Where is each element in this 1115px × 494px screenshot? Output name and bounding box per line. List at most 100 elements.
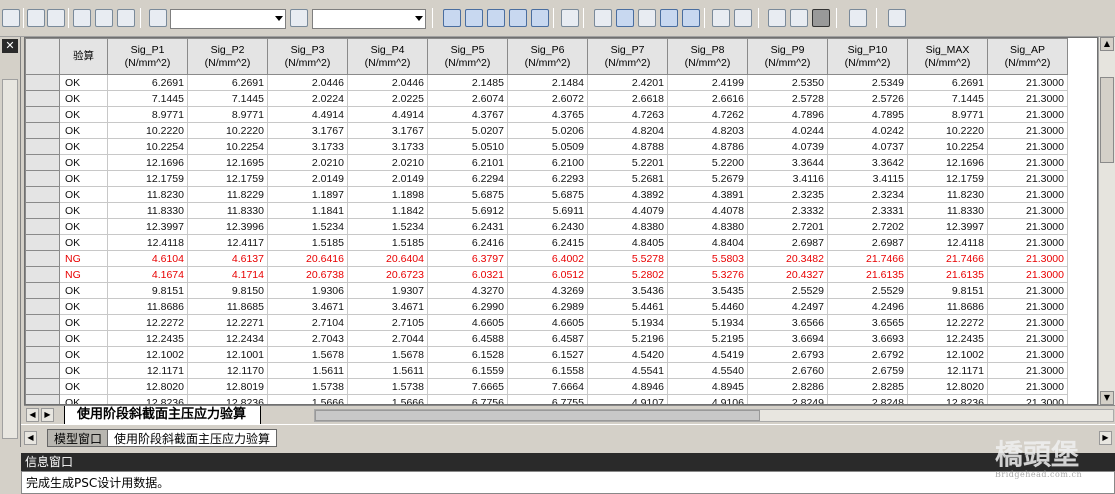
- value-cell[interactable]: 20.6738: [267, 266, 348, 283]
- table-row[interactable]: NG 4.6104 4.6137 20.6416 20.6404 6.3797 6.4002…: [25, 250, 1068, 267]
- column-header[interactable]: Sig_P6 (N/mm^2): [507, 38, 588, 75]
- value-cell[interactable]: 12.8020: [907, 378, 988, 395]
- value-cell[interactable]: 12.1696: [107, 154, 188, 171]
- value-cell[interactable]: 4.6605: [427, 314, 508, 331]
- column-header[interactable]: Sig_MAX (N/mm^2): [907, 38, 988, 75]
- value-cell[interactable]: 2.8248: [827, 394, 908, 404]
- value-cell[interactable]: 21.3000: [987, 234, 1068, 251]
- value-cell[interactable]: 7.6664: [507, 378, 588, 395]
- value-cell[interactable]: 1.5185: [267, 234, 348, 251]
- value-cell[interactable]: 6.4002: [507, 250, 588, 267]
- value-cell[interactable]: 2.7201: [747, 218, 828, 235]
- row-header[interactable]: [25, 186, 60, 203]
- value-cell[interactable]: 21.7466: [907, 250, 988, 267]
- value-cell[interactable]: 12.4117: [187, 234, 268, 251]
- value-cell[interactable]: 2.5529: [827, 282, 908, 299]
- value-cell[interactable]: 4.9107: [587, 394, 668, 404]
- table-row[interactable]: OK 12.8236 12.8236 1.5666 1.5666 6.7756 6.7755…: [25, 394, 1068, 404]
- value-cell[interactable]: 1.5678: [347, 346, 428, 363]
- value-cell[interactable]: 7.1445: [907, 90, 988, 107]
- table-row[interactable]: OK 11.8330 11.8330 1.1841 1.1842 5.6912 5.6911…: [25, 202, 1068, 219]
- value-cell[interactable]: 12.3997: [907, 218, 988, 235]
- table-row[interactable]: OK 10.2254 10.2254 3.1733 3.1733 5.0510 5.0509…: [25, 138, 1068, 155]
- value-cell[interactable]: 21.3000: [987, 282, 1068, 299]
- row-header[interactable]: [25, 106, 60, 123]
- display-icon[interactable]: [682, 9, 700, 27]
- value-cell[interactable]: 12.1695: [187, 154, 268, 171]
- status-cell[interactable]: OK: [59, 394, 108, 404]
- copy-icon[interactable]: [768, 9, 786, 27]
- value-cell[interactable]: 2.8249: [747, 394, 828, 404]
- value-cell[interactable]: 2.5349: [827, 74, 908, 91]
- value-cell[interactable]: 10.2220: [107, 122, 188, 139]
- status-cell[interactable]: NG: [59, 250, 108, 267]
- value-cell[interactable]: 1.1897: [267, 186, 348, 203]
- value-cell[interactable]: 4.8203: [667, 122, 748, 139]
- status-cell[interactable]: OK: [59, 218, 108, 235]
- value-cell[interactable]: 21.3000: [987, 106, 1068, 123]
- nav-first-icon[interactable]: ◀: [26, 408, 39, 422]
- value-cell[interactable]: 1.5738: [347, 378, 428, 395]
- table-row[interactable]: OK 12.2272 12.2271 2.7104 2.7105 4.6605 4.6605…: [25, 314, 1068, 331]
- value-cell[interactable]: 12.4118: [907, 234, 988, 251]
- grid-check-icon[interactable]: [888, 9, 906, 27]
- value-cell[interactable]: 1.5666: [267, 394, 348, 404]
- value-cell[interactable]: 21.3000: [987, 154, 1068, 171]
- row-header[interactable]: [25, 378, 60, 395]
- value-cell[interactable]: 11.8330: [907, 202, 988, 219]
- value-cell[interactable]: 9.8150: [187, 282, 268, 299]
- value-cell[interactable]: 4.5540: [667, 362, 748, 379]
- value-cell[interactable]: 2.5529: [747, 282, 828, 299]
- value-cell[interactable]: 12.1759: [187, 170, 268, 187]
- value-cell[interactable]: 9.8151: [907, 282, 988, 299]
- value-cell[interactable]: 4.4914: [347, 106, 428, 123]
- value-cell[interactable]: 2.4199: [667, 74, 748, 91]
- value-cell[interactable]: 4.3891: [667, 186, 748, 203]
- value-cell[interactable]: 21.3000: [987, 122, 1068, 139]
- value-cell[interactable]: 2.5726: [827, 90, 908, 107]
- value-cell[interactable]: 4.8380: [667, 218, 748, 235]
- value-cell[interactable]: 10.2254: [187, 138, 268, 155]
- value-cell[interactable]: 21.3000: [987, 330, 1068, 347]
- status-cell[interactable]: OK: [59, 298, 108, 315]
- value-cell[interactable]: 12.2435: [107, 330, 188, 347]
- value-cell[interactable]: 6.2415: [507, 234, 588, 251]
- value-cell[interactable]: 10.2254: [107, 138, 188, 155]
- value-cell[interactable]: 6.2691: [187, 74, 268, 91]
- sheet-tab[interactable]: 使用阶段斜截面主压应力验算: [64, 406, 262, 424]
- value-cell[interactable]: 12.3996: [187, 218, 268, 235]
- value-cell[interactable]: 1.9307: [347, 282, 428, 299]
- value-cell[interactable]: 2.0149: [347, 170, 428, 187]
- value-cell[interactable]: 21.3000: [987, 362, 1068, 379]
- value-cell[interactable]: 12.8019: [187, 378, 268, 395]
- column-header[interactable]: Sig_P3 (N/mm^2): [267, 38, 348, 75]
- cursor-select-icon[interactable]: [149, 9, 167, 27]
- column-header[interactable]: 验算: [59, 38, 108, 75]
- value-cell[interactable]: 12.8020: [107, 378, 188, 395]
- row-header[interactable]: [25, 234, 60, 251]
- value-cell[interactable]: 4.3767: [427, 106, 508, 123]
- value-cell[interactable]: 1.5678: [267, 346, 348, 363]
- value-cell[interactable]: 3.1733: [267, 138, 348, 155]
- value-cell[interactable]: 7.6665: [427, 378, 508, 395]
- value-cell[interactable]: 12.8236: [907, 394, 988, 404]
- value-cell[interactable]: 12.1759: [107, 170, 188, 187]
- value-cell[interactable]: 5.2200: [667, 154, 748, 171]
- table-row[interactable]: OK 12.3997 12.3996 1.5234 1.5234 6.2431 6.2430…: [25, 218, 1068, 235]
- scroll-up-icon[interactable]: ▲: [1100, 37, 1114, 51]
- value-cell[interactable]: 5.3276: [667, 266, 748, 283]
- column-header[interactable]: Sig_P10 (N/mm^2): [827, 38, 908, 75]
- value-cell[interactable]: 11.8686: [107, 298, 188, 315]
- value-cell[interactable]: 11.8685: [187, 298, 268, 315]
- value-cell[interactable]: 3.1767: [347, 122, 428, 139]
- row-header[interactable]: [25, 362, 60, 379]
- value-cell[interactable]: 6.2416: [427, 234, 508, 251]
- status-cell[interactable]: OK: [59, 330, 108, 347]
- value-cell[interactable]: 1.5234: [347, 218, 428, 235]
- row-header[interactable]: [25, 218, 60, 235]
- value-cell[interactable]: 21.3000: [987, 298, 1068, 315]
- value-cell[interactable]: 2.6074: [427, 90, 508, 107]
- value-cell[interactable]: 21.3000: [987, 250, 1068, 267]
- value-cell[interactable]: 11.8229: [187, 186, 268, 203]
- value-cell[interactable]: 12.1696: [907, 154, 988, 171]
